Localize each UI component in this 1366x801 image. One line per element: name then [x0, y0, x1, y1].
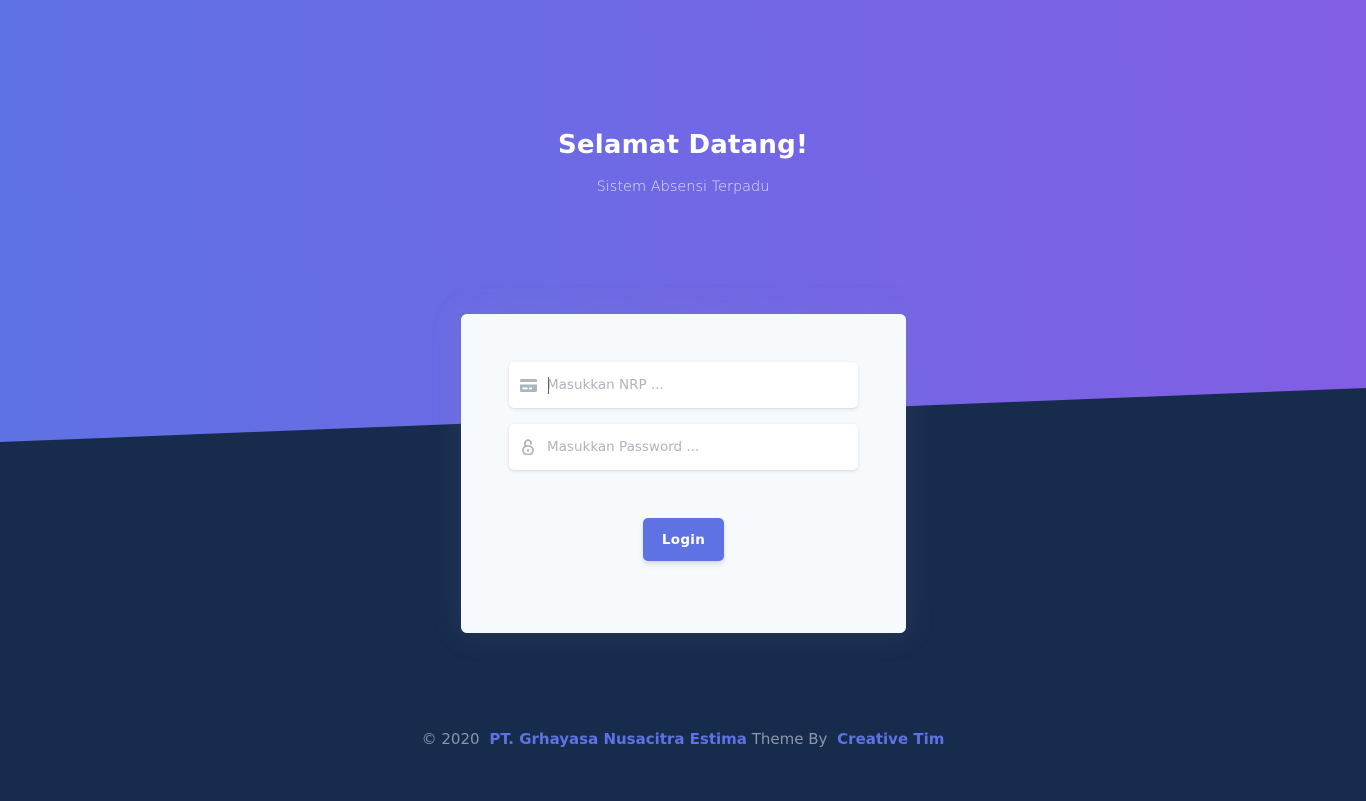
- creative-tim-link[interactable]: Creative Tim: [837, 730, 944, 748]
- nrp-input[interactable]: [547, 362, 858, 408]
- credit-card-icon: [509, 362, 547, 408]
- password-input[interactable]: [547, 424, 858, 470]
- login-button[interactable]: Login: [643, 518, 724, 561]
- welcome-subtitle: Sistem Absensi Terpadu: [596, 179, 770, 195]
- footer: © 2020 PT. Grhayasa Nusacitra Estima The…: [0, 730, 1366, 748]
- nrp-field[interactable]: [509, 362, 858, 408]
- unlock-icon: [509, 424, 547, 470]
- text-cursor: [548, 377, 549, 394]
- company-link[interactable]: PT. Grhayasa Nusacitra Estima: [489, 730, 747, 748]
- login-card: Login: [461, 314, 906, 633]
- login-page: Selamat Datang! Sistem Absensi Terpadu M…: [0, 0, 1366, 801]
- welcome-title: Selamat Datang!: [557, 130, 808, 160]
- footer-copyright: © 2020: [421, 730, 480, 748]
- password-field[interactable]: [509, 424, 858, 470]
- footer-theme-text: Theme By: [751, 730, 828, 748]
